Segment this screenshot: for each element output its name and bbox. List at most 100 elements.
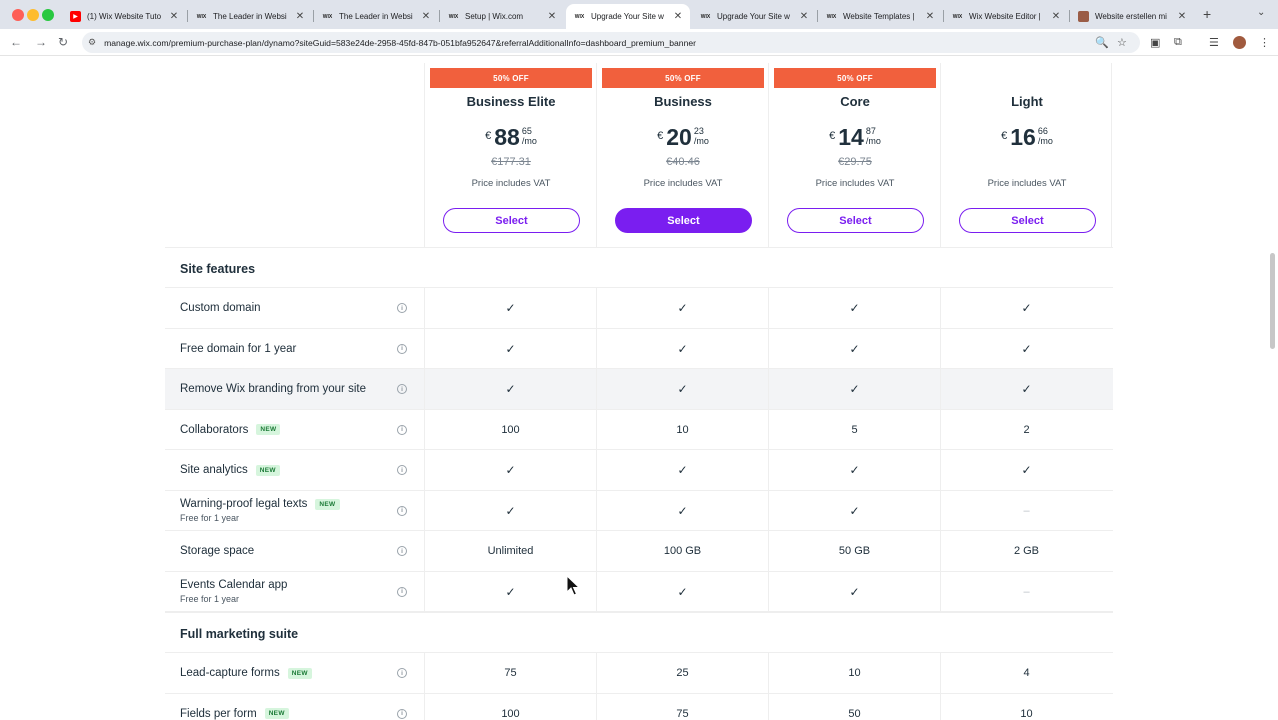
- feature-row: Warning-proof legal texts NEW Free for 1 y…: [165, 490, 1113, 531]
- price-cents: 65: [521, 126, 532, 136]
- extensions-icon[interactable]: ⧉: [1174, 36, 1182, 49]
- plan-feature-value: 50: [768, 693, 940, 720]
- info-icon[interactable]: i: [397, 343, 407, 354]
- feature-name: Events Calendar app: [180, 579, 288, 591]
- vat-note: Price includes VAT: [643, 178, 723, 189]
- section-header: Full marketing suite: [165, 612, 1113, 653]
- browser-tab[interactable]: WIX The Leader in Websi ✕: [314, 4, 438, 29]
- plans-header: 50% OFF Business Elite €88 65/mo €177.31 Pric…: [165, 63, 1113, 247]
- feature-row: Site analytics NEW i ✓ ✓ ✓ ✓: [165, 450, 1113, 491]
- price-currency: €: [1001, 130, 1008, 142]
- price-currency: €: [485, 130, 492, 142]
- back-arrow-icon[interactable]: ←: [10, 35, 22, 49]
- info-icon[interactable]: i: [397, 586, 407, 597]
- reading-list-icon[interactable]: ☰: [1209, 36, 1219, 49]
- tab-close-icon[interactable]: ✕: [420, 11, 432, 22]
- select-plan-button[interactable]: Select: [959, 208, 1096, 233]
- info-icon[interactable]: i: [397, 303, 407, 313]
- plan-price: €88 65/mo: [425, 125, 597, 149]
- info-icon[interactable]: i: [397, 505, 407, 516]
- tab-separator: [187, 10, 188, 22]
- browser-tab[interactable]: WIX Upgrade Your Site w ✕: [692, 4, 816, 29]
- feature-row: Remove Wix branding from your site i ✓ ✓ ✓ ✓: [165, 369, 1113, 410]
- select-plan-button[interactable]: Select: [615, 208, 752, 233]
- select-plan-button[interactable]: Select: [787, 208, 924, 233]
- select-plan-button[interactable]: Select: [443, 208, 580, 233]
- tab-search-chevron-icon[interactable]: ⌄: [1257, 7, 1265, 18]
- info-icon[interactable]: i: [397, 465, 407, 475]
- price-period: /mo: [521, 136, 537, 146]
- info-icon[interactable]: i: [397, 424, 407, 435]
- price-fraction: 87/mo: [866, 126, 881, 147]
- site-info-icon[interactable]: ⚙: [88, 37, 96, 48]
- browser-tab[interactable]: Website erstellen mi ✕: [1070, 4, 1194, 29]
- browser-tab[interactable]: WIX The Leader in Websi ✕: [188, 4, 312, 29]
- info-icon[interactable]: i: [397, 384, 407, 394]
- plan-feature-value: ✓: [424, 288, 596, 328]
- cast-icon[interactable]: ▣: [1150, 36, 1160, 49]
- browser-tab[interactable]: ▶ (1) Wix Website Tuto ✕: [62, 4, 186, 29]
- window-maximize-button[interactable]: [42, 9, 54, 21]
- pricing-page: 50% OFF Business Elite €88 65/mo €177.31 Pric…: [0, 57, 1278, 720]
- new-badge: NEW: [287, 667, 312, 679]
- wix-icon: WIX: [574, 13, 585, 20]
- plan-name: Business Elite: [466, 94, 556, 109]
- price-period: /mo: [865, 136, 881, 146]
- info-icon[interactable]: i: [397, 546, 407, 556]
- feature-label: Free domain for 1 year: [180, 329, 296, 369]
- wix-icon: WIX: [322, 13, 333, 20]
- page-scrollbar[interactable]: [1270, 253, 1275, 349]
- zoom-icon[interactable]: 🔍: [1095, 36, 1109, 49]
- tab-close-icon[interactable]: ✕: [672, 11, 684, 22]
- browser-toolbar: ← → ↻ ⚙ manage.wix.com/premium-purchase-…: [0, 29, 1278, 56]
- window-minimize-button[interactable]: [27, 9, 39, 21]
- feature-name-line: Site analytics NEW: [180, 464, 280, 476]
- price-cents: 66: [1037, 126, 1048, 136]
- tab-close-icon[interactable]: ✕: [1050, 11, 1062, 22]
- browser-tab[interactable]: WIX Wix Website Editor | ✕: [944, 4, 1068, 29]
- new-tab-button[interactable]: +: [1203, 6, 1211, 22]
- browser-tab[interactable]: WIX Upgrade Your Site w ✕: [566, 4, 690, 29]
- tab-title: Upgrade Your Site w: [717, 12, 790, 21]
- menu-kebab-icon[interactable]: ⋮: [1259, 36, 1270, 49]
- feature-name-line: Events Calendar app: [180, 579, 287, 591]
- browser-tab[interactable]: WIX Setup | Wix.com ✕: [440, 4, 564, 29]
- tab-close-icon[interactable]: ✕: [168, 11, 180, 22]
- section-title: Site features: [180, 262, 256, 276]
- reload-icon[interactable]: ↻: [58, 35, 68, 49]
- profile-avatar[interactable]: [1233, 36, 1246, 49]
- tab-close-icon[interactable]: ✕: [924, 11, 936, 22]
- feature-name-line: Free domain for 1 year: [180, 343, 296, 355]
- plan-feature-value: 100: [424, 693, 596, 720]
- bookmark-star-icon[interactable]: ☆: [1117, 36, 1127, 49]
- vat-note: Price includes VAT: [815, 178, 895, 189]
- price-integer: 20: [666, 124, 692, 150]
- forward-arrow-icon[interactable]: →: [35, 35, 47, 49]
- plan-price: €14 87/mo: [769, 125, 941, 149]
- tab-separator: [943, 10, 944, 22]
- price-fraction: 66/mo: [1038, 126, 1053, 147]
- feature-name: Warning-proof legal texts: [180, 498, 308, 510]
- tab-close-icon[interactable]: ✕: [1176, 11, 1188, 22]
- feature-name-line: Custom domain: [180, 302, 261, 314]
- original-price: €40.46: [666, 156, 700, 168]
- browser-tab[interactable]: WIX Website Templates | ✕: [818, 4, 942, 29]
- tab-close-icon[interactable]: ✕: [294, 11, 306, 22]
- plan-feature-value: ✓: [596, 571, 768, 612]
- plan-feature-value: 2 GB: [940, 531, 1112, 571]
- info-icon[interactable]: i: [397, 708, 407, 719]
- price-currency: €: [829, 130, 836, 142]
- window-close-button[interactable]: [12, 9, 24, 21]
- plan-feature-value: ✓: [424, 450, 596, 490]
- plan-card: 50% OFF Business Elite €88 65/mo €177.31 Pric…: [424, 63, 596, 247]
- feature-label: Collaborators NEW: [180, 410, 281, 450]
- tab-close-icon[interactable]: ✕: [546, 11, 558, 22]
- tab-separator: [817, 10, 818, 22]
- address-bar[interactable]: ⚙ manage.wix.com/premium-purchase-plan/d…: [82, 32, 1140, 53]
- tab-close-icon[interactable]: ✕: [798, 11, 810, 22]
- info-icon[interactable]: i: [397, 668, 407, 678]
- section-title: Full marketing suite: [180, 627, 299, 641]
- tab-title: The Leader in Websi: [339, 12, 413, 21]
- discount-badge: 50% OFF: [774, 68, 936, 88]
- plan-feature-value: ✓: [596, 369, 768, 409]
